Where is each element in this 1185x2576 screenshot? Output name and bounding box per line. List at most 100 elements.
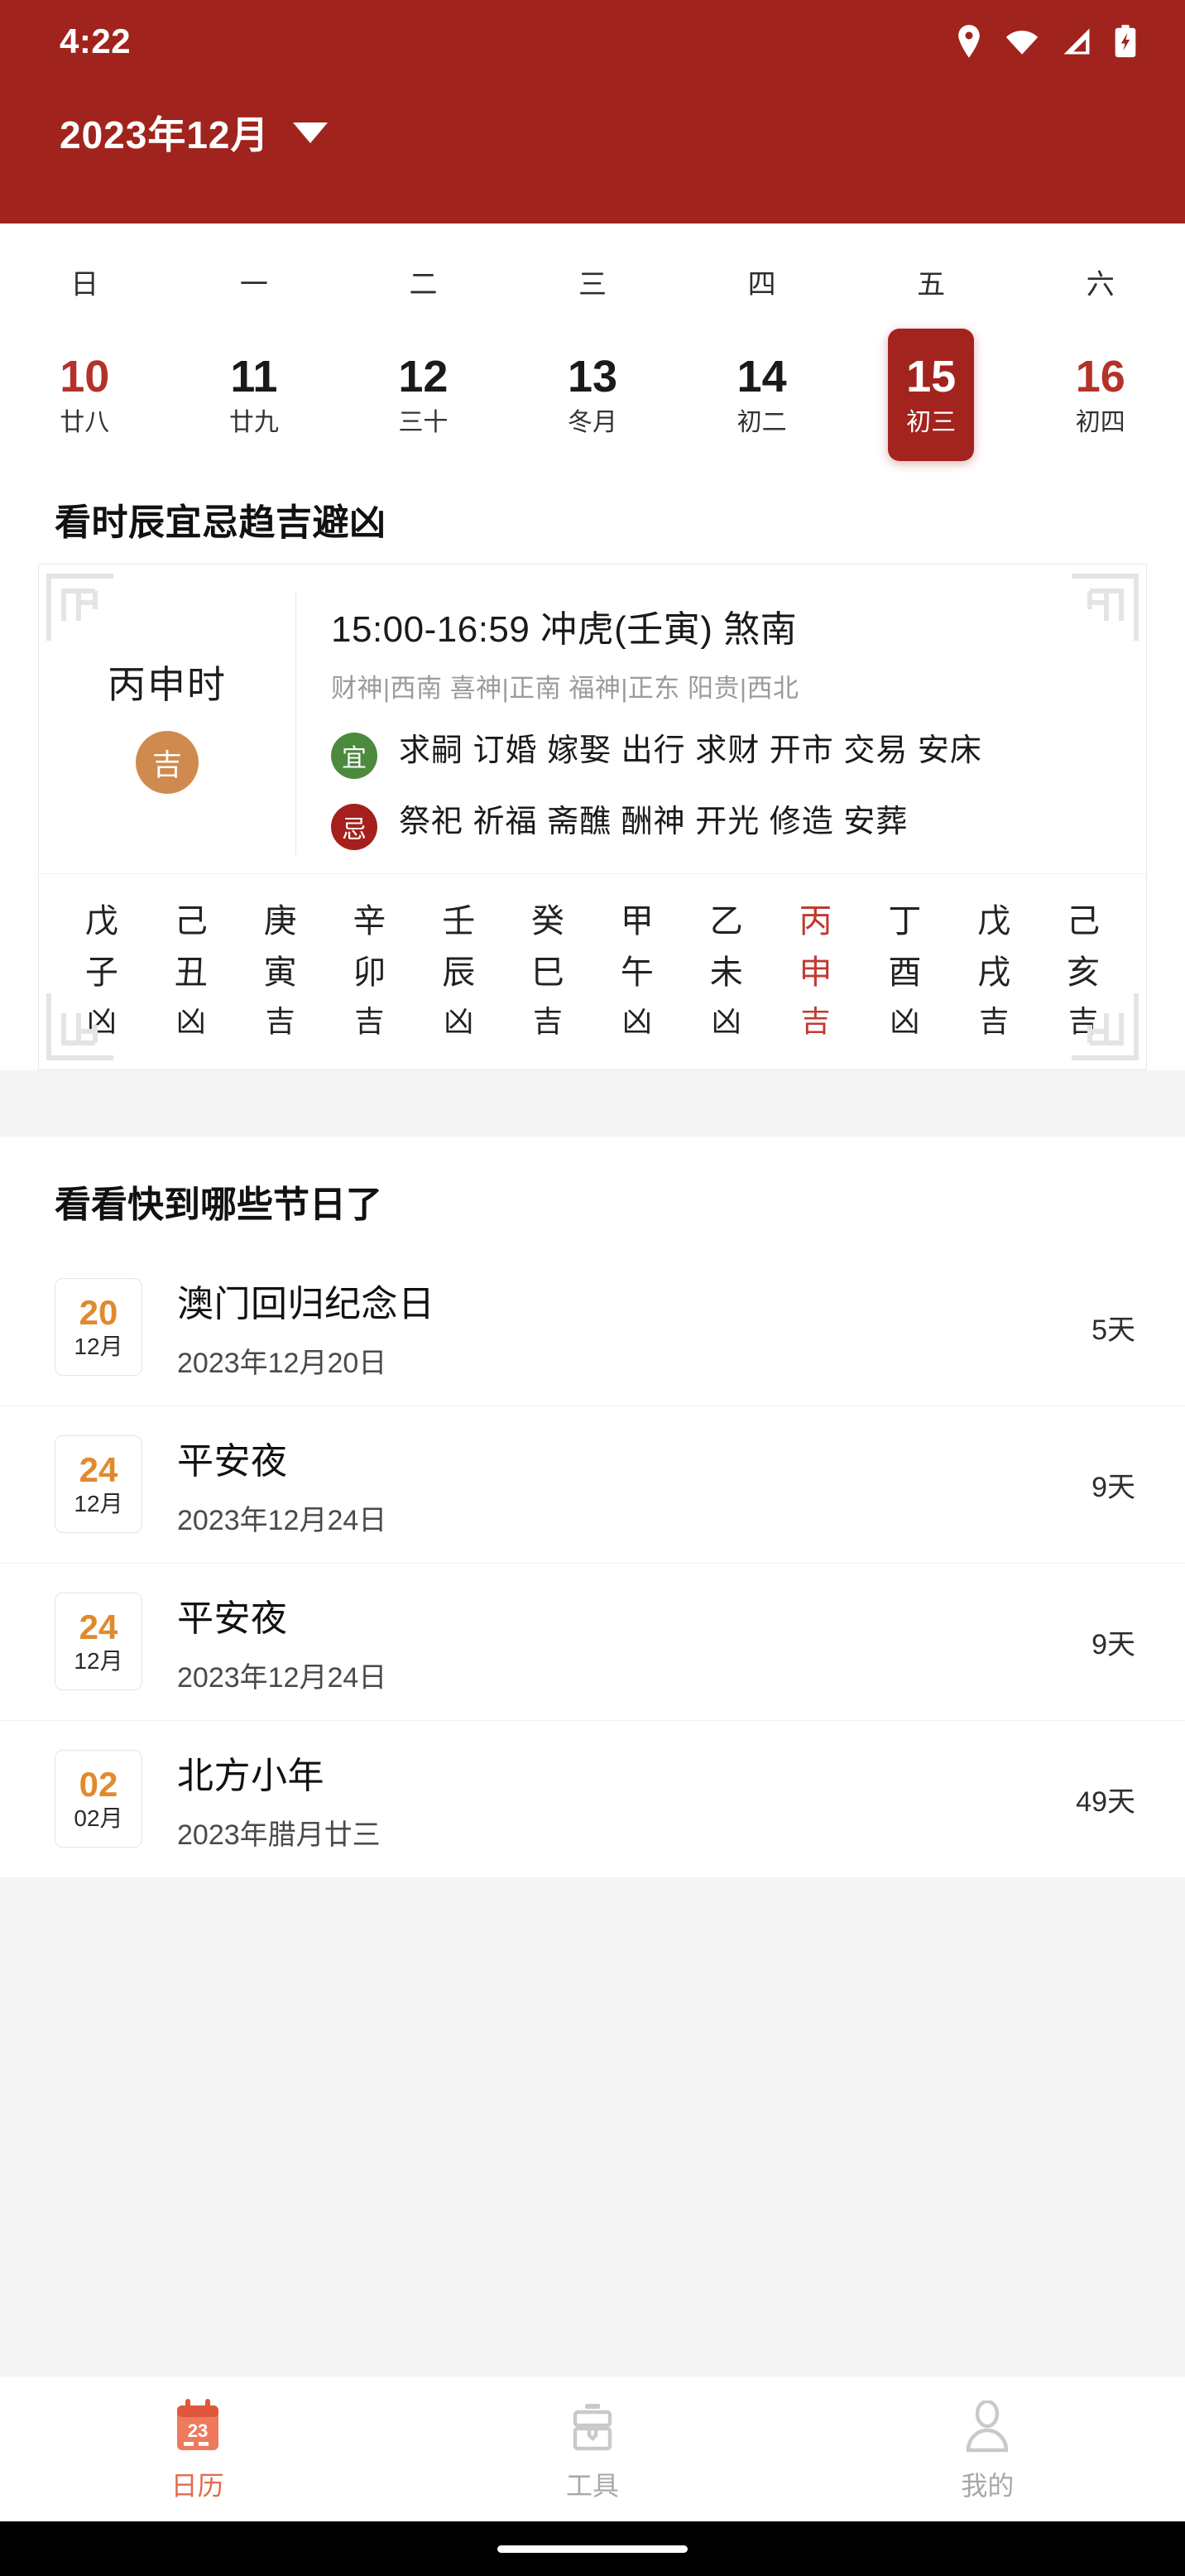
date-lunar: 廿八 [60, 408, 110, 436]
luck-cell: 吉 [1068, 1004, 1099, 1038]
weekday-label-sun: 日 [70, 269, 99, 300]
fortune-card[interactable]: 丙申时 吉 15:00-16:59 冲虎(壬寅) 煞南 财神|西南 喜神|正南 … [38, 564, 1147, 1070]
status-bar-clock: 4:22 [60, 22, 132, 60]
ji-row: 忌 祭祀 祈福 斋醮 酬神 开光 修造 安葬 [331, 800, 1121, 850]
date-number: 13 [567, 351, 618, 401]
stem-cell: 戊 [84, 903, 118, 940]
date-cell-11[interactable]: 11 廿九 [170, 317, 339, 478]
branch-cell: 卯 [353, 954, 386, 991]
list-item[interactable]: 24 12月 平安夜 2023年12月24日 9天 [0, 1564, 1185, 1721]
shichen-label: 丙申时 [108, 662, 227, 706]
luck-row: 凶 凶 吉 吉 凶 吉 凶 凶 吉 凶 吉 吉 [57, 998, 1128, 1045]
date-number: 14 [736, 351, 787, 401]
luck-cell: 吉 [265, 1004, 295, 1038]
calendar-icon: 23 [172, 2396, 223, 2453]
holiday-date-chip: 24 12月 [55, 1593, 142, 1691]
ji-badge: 忌 [331, 804, 377, 850]
holiday-date-chip: 20 12月 [55, 1278, 142, 1377]
date-cell-15-selected[interactable]: 15 初三 [847, 317, 1016, 478]
tab-calendar[interactable]: 23 日历 [0, 2377, 395, 2521]
yi-row: 宜 求嗣 订婚 嫁娶 出行 求财 开市 交易 安床 [331, 729, 1121, 779]
luck-cell: 凶 [621, 1004, 652, 1038]
stem-cell: 辛 [353, 903, 386, 940]
tab-tools[interactable]: 工具 [395, 2377, 789, 2521]
weekday-label-tue: 二 [409, 269, 438, 300]
holiday-month: 12月 [74, 1648, 123, 1675]
branch-cell-active: 申 [799, 954, 832, 991]
heavenly-stems-row: 戊 己 庚 辛 壬 癸 甲 乙 丙 丁 戊 己 [57, 896, 1128, 947]
luck-cell: 凶 [86, 1004, 117, 1038]
holiday-name: 平安夜 [177, 1440, 288, 1482]
home-indicator[interactable] [497, 2545, 688, 2553]
weekday-label-sat: 六 [1086, 269, 1115, 300]
chevron-down-icon[interactable] [292, 122, 328, 143]
holiday-countdown: 49天 [1076, 1785, 1135, 1818]
stem-cell: 庚 [263, 903, 297, 940]
date-cell-13[interactable]: 13 冬月 [508, 317, 678, 478]
branch-cell: 巳 [531, 954, 565, 991]
tab-label-calendar: 日历 [170, 2470, 224, 2501]
fortune-section-title: 看时辰宜忌趋吉避凶 [55, 502, 386, 543]
holiday-name: 澳门回归纪念日 [177, 1283, 435, 1324]
branch-cell: 酉 [888, 954, 922, 991]
page-title: 2023年12月 [60, 113, 270, 156]
svg-text:23: 23 [187, 2420, 207, 2441]
list-item[interactable]: 20 12月 澳门回归纪念日 2023年12月20日 5天 [0, 1249, 1185, 1406]
holiday-month: 12月 [74, 1334, 123, 1360]
holiday-date-chip: 24 12月 [55, 1435, 142, 1534]
stem-cell: 壬 [442, 903, 476, 940]
list-item[interactable]: 02 02月 北方小年 2023年腊月廿三 49天 [0, 1721, 1185, 1878]
earthly-branches-row: 子 丑 寅 卯 辰 巳 午 未 申 酉 戌 亥 [57, 947, 1128, 998]
date-number: 15 [906, 351, 957, 401]
hour-branch-table[interactable]: 戊 己 庚 辛 壬 癸 甲 乙 丙 丁 戊 己 子 丑 寅 卯 辰 巳 午 未 … [39, 873, 1146, 1069]
location-pin-icon [955, 25, 983, 58]
branch-cell: 亥 [1067, 954, 1101, 991]
branch-cell: 丑 [174, 954, 208, 991]
gods-directions: 财神|西南 喜神|正南 福神|正东 阳贵|西北 [331, 674, 799, 703]
tab-profile[interactable]: 我的 [790, 2377, 1185, 2521]
page-background-fill [0, 1877, 1185, 2376]
app-screen: 4:22 2023年12月 日 一 二 三 四 五 六 10 廿八 11 廿九 … [0, 0, 1185, 2576]
stem-cell: 甲 [620, 903, 654, 940]
status-bar-icons [955, 25, 1137, 58]
stem-cell: 己 [174, 903, 208, 940]
date-cell-10[interactable]: 10 廿八 [0, 317, 170, 478]
holiday-countdown: 5天 [1091, 1314, 1135, 1346]
date-number: 11 [230, 351, 278, 401]
month-selector[interactable]: 2023年12月 [0, 83, 1185, 182]
gesture-navigation-bar[interactable] [0, 2521, 1185, 2576]
luck-cell: 凶 [890, 1004, 920, 1038]
date-lunar: 廿九 [228, 408, 279, 436]
weekday-label-fri: 五 [917, 269, 946, 300]
stem-cell: 己 [1067, 903, 1101, 940]
weekday-label-thu: 四 [747, 269, 776, 300]
weekday-label-mon: 一 [239, 269, 268, 300]
branch-cell: 寅 [263, 954, 297, 991]
holiday-name: 北方小年 [177, 1755, 324, 1796]
date-cell-12[interactable]: 12 三十 [338, 317, 508, 478]
list-item[interactable]: 24 12月 平安夜 2023年12月24日 9天 [0, 1406, 1185, 1564]
stem-cell: 癸 [531, 903, 565, 940]
date-cell-14[interactable]: 14 初二 [677, 317, 847, 478]
weekday-label-wed: 三 [578, 269, 607, 300]
weekday-header: 日 一 二 三 四 五 六 [0, 240, 1185, 317]
holiday-date-text: 2023年腊月廿三 [177, 1819, 381, 1851]
date-number: 10 [60, 351, 110, 401]
branch-cell: 午 [620, 954, 654, 991]
holiday-day: 24 [79, 1608, 118, 1647]
time-range-line: 15:00-16:59 冲虎(壬寅) 煞南 [331, 609, 798, 650]
holidays-section-title: 看看快到哪些节日了 [55, 1184, 382, 1225]
shichen-block: 丙申时 吉 [39, 593, 295, 855]
date-lunar: 初四 [1075, 408, 1125, 436]
tab-label-profile: 我的 [961, 2470, 1015, 2501]
yi-items: 求嗣 订婚 嫁娶 出行 求财 开市 交易 安床 [399, 733, 982, 768]
date-cell-16[interactable]: 16 初四 [1015, 317, 1185, 478]
branch-cell: 戌 [977, 954, 1011, 991]
branch-cell: 未 [709, 954, 743, 991]
stem-cell: 戊 [977, 903, 1011, 940]
stem-cell: 丁 [888, 903, 922, 940]
date-lunar: 初三 [906, 408, 957, 436]
wifi-icon [1005, 27, 1039, 55]
date-number: 16 [1075, 351, 1125, 401]
holiday-date-text: 2023年12月24日 [177, 1661, 387, 1694]
